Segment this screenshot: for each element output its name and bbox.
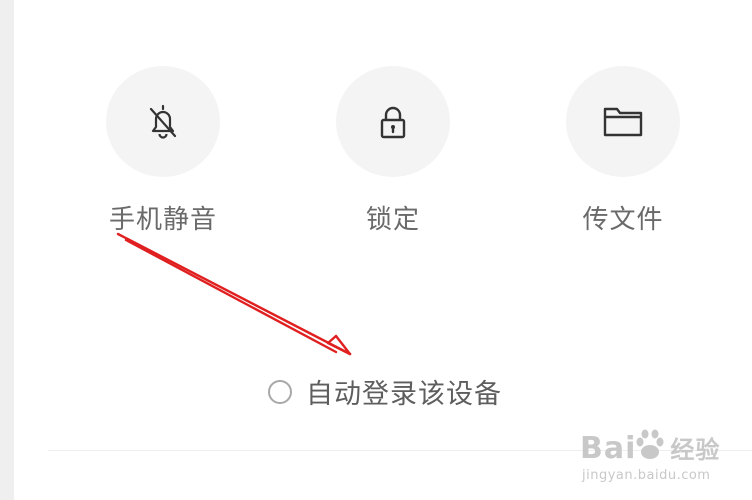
left-edge-divider [0, 0, 14, 500]
lock-button[interactable]: 锁定 [328, 66, 458, 236]
auto-login-radio[interactable] [268, 379, 292, 404]
watermark-url: jingyan.baidu.com [582, 468, 711, 483]
bell-off-icon [149, 104, 177, 139]
send-file-label: 传文件 [582, 205, 664, 235]
device-panel: 手机静音 锁定 传文件 自动登录该设备 Bai 经验 jingyan.baidu… [0, 0, 752, 500]
folder-icon [603, 107, 643, 136]
auto-login-label[interactable]: 自动登录该设备 [306, 372, 502, 411]
send-file-icon-circle[interactable] [566, 66, 680, 177]
send-file-button[interactable]: 传文件 [558, 66, 688, 236]
lock-icon-circle[interactable] [336, 66, 450, 177]
auto-login-option[interactable]: 自动登录该设备 [268, 372, 502, 411]
lock-label: 锁定 [365, 205, 420, 235]
mute-phone-button[interactable]: 手机静音 [98, 66, 228, 236]
paw-logo-icon [636, 429, 664, 459]
mute-phone-label: 手机静音 [108, 205, 217, 235]
lock-icon [380, 106, 406, 138]
mute-icon-circle[interactable] [106, 66, 220, 177]
baidu-jingyan-watermark: Bai 经验 jingyan.baidu.com [580, 426, 730, 490]
